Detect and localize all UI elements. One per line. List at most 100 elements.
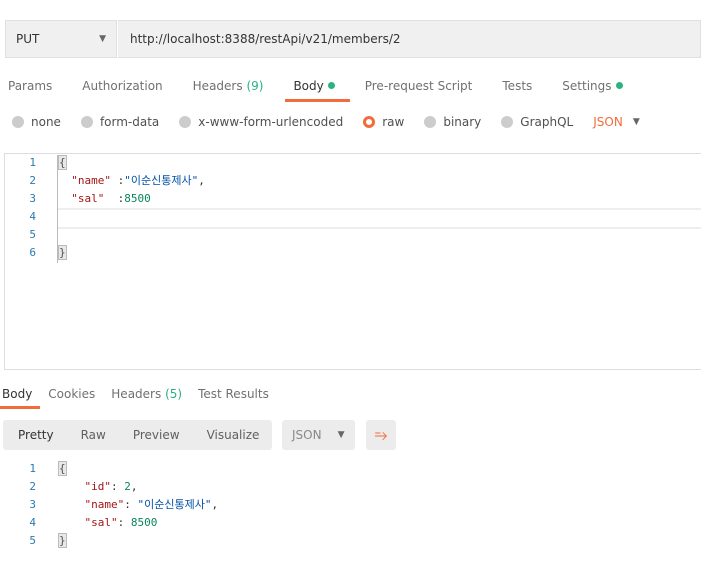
radio-raw[interactable]: raw bbox=[363, 115, 404, 129]
code-token: "name" bbox=[71, 174, 111, 187]
radio-icon bbox=[179, 116, 192, 128]
code-token: 2 bbox=[124, 480, 131, 493]
radio-label: form-data bbox=[99, 115, 160, 129]
status-dot-icon bbox=[327, 82, 335, 89]
view-visualize-button[interactable]: Visualize bbox=[207, 428, 260, 442]
code-token: } bbox=[58, 245, 67, 260]
code-line: } bbox=[58, 244, 67, 262]
tab-label: Test Results bbox=[198, 387, 269, 401]
code-token: : bbox=[111, 174, 125, 187]
code-token: "sal" bbox=[84, 516, 118, 529]
code-token: , bbox=[130, 480, 138, 493]
chevron-down-icon: ▼ bbox=[99, 34, 106, 44]
code-token: } bbox=[58, 533, 67, 548]
code-token: "sal" bbox=[71, 192, 105, 205]
tab-params[interactable]: Params bbox=[0, 78, 67, 102]
code-token: 8500 bbox=[124, 192, 151, 205]
radio-binary[interactable]: binary bbox=[424, 115, 481, 129]
tab-label: Authorization bbox=[82, 79, 163, 93]
method-select[interactable]: PUT ▼ bbox=[5, 20, 117, 58]
chevron-down-icon: ▼ bbox=[632, 117, 640, 127]
line-number: 2 bbox=[29, 480, 36, 493]
line-number: 4 bbox=[29, 516, 36, 529]
radio-urlencoded[interactable]: x-www-form-urlencoded bbox=[179, 115, 343, 129]
format-label: JSON bbox=[292, 428, 322, 442]
radio-none[interactable]: none bbox=[12, 115, 61, 129]
body-format-select[interactable]: JSON ▼ bbox=[593, 115, 640, 129]
tab-label: Settings bbox=[562, 79, 612, 93]
line-number: 3 bbox=[29, 192, 36, 205]
code-token: : bbox=[124, 498, 138, 511]
view-raw-button[interactable]: Raw bbox=[81, 428, 106, 442]
radio-label: GraphQL bbox=[520, 115, 574, 129]
request-tabs: Params Authorization Headers (9) Body Pr… bbox=[0, 78, 645, 102]
radio-icon bbox=[424, 116, 437, 128]
chevron-down-icon: ▼ bbox=[337, 430, 345, 440]
response-format-select[interactable]: JSON ▼ bbox=[282, 420, 355, 450]
code-token: { bbox=[58, 155, 67, 170]
tab-label: Headers bbox=[111, 387, 162, 401]
tab-pre-request-script[interactable]: Pre-request Script bbox=[357, 78, 488, 102]
code-line: "sal" :8500 bbox=[58, 190, 151, 208]
line-number: 1 bbox=[29, 462, 36, 475]
radio-label: binary bbox=[443, 115, 482, 129]
body-type-radios: none form-data x-www-form-urlencoded raw… bbox=[12, 115, 640, 129]
tab-headers[interactable]: Headers (9) bbox=[185, 78, 279, 102]
tab-label: Headers bbox=[192, 79, 243, 93]
radio-label: x-www-form-urlencoded bbox=[198, 115, 344, 129]
tab-tests[interactable]: Tests bbox=[494, 78, 547, 102]
response-tabs: Body Cookies Headers (5) Test Results bbox=[0, 386, 283, 409]
code-line: "name": "이순신통제사", bbox=[58, 496, 219, 514]
tab-authorization[interactable]: Authorization bbox=[74, 78, 177, 102]
radio-icon bbox=[12, 116, 24, 128]
headers-count: (9) bbox=[246, 79, 264, 93]
method-label: PUT bbox=[16, 32, 40, 46]
line-number: 1 bbox=[29, 156, 36, 169]
tab-label: Params bbox=[8, 79, 53, 93]
code-line: "id": 2, bbox=[58, 478, 138, 496]
code-line: { bbox=[58, 154, 67, 172]
status-dot-icon bbox=[615, 82, 623, 89]
line-number: 6 bbox=[29, 246, 36, 259]
view-pretty-button[interactable]: Pretty bbox=[18, 428, 54, 442]
active-line-highlight bbox=[58, 208, 701, 229]
code-token: "id" bbox=[84, 480, 112, 493]
code-line: } bbox=[58, 532, 67, 550]
url-text: http://localhost:8388/restApi/v21/member… bbox=[130, 32, 401, 46]
code-token: , bbox=[198, 174, 205, 187]
tab-body[interactable]: Body bbox=[285, 78, 351, 102]
response-tab-cookies[interactable]: Cookies bbox=[46, 386, 103, 402]
code-token: "name" bbox=[84, 498, 125, 511]
response-tab-body[interactable]: Body bbox=[0, 386, 41, 409]
line-number: 4 bbox=[29, 210, 36, 223]
line-number: 3 bbox=[29, 498, 36, 511]
response-tab-test-results[interactable]: Test Results bbox=[196, 386, 277, 402]
view-preview-button[interactable]: Preview bbox=[133, 428, 180, 442]
radio-selected-icon bbox=[363, 116, 376, 128]
view-mode-group: Pretty Raw Preview Visualize bbox=[3, 420, 272, 450]
code-token: { bbox=[58, 461, 67, 476]
format-label: JSON bbox=[593, 115, 623, 129]
code-token: , bbox=[211, 498, 219, 511]
tab-label: Tests bbox=[502, 79, 533, 93]
tab-label: Body bbox=[2, 387, 33, 401]
code-line: "name" :"이순신통제사", bbox=[58, 172, 205, 190]
radio-icon bbox=[80, 116, 93, 128]
line-number: 5 bbox=[29, 534, 36, 547]
tab-label: Cookies bbox=[48, 387, 96, 401]
radio-form-data[interactable]: form-data bbox=[80, 115, 160, 129]
radio-icon bbox=[501, 116, 514, 128]
tab-settings[interactable]: Settings bbox=[554, 78, 637, 102]
response-tab-headers[interactable]: Headers (5) bbox=[109, 386, 190, 402]
code-line: { bbox=[58, 460, 67, 478]
url-input[interactable]: http://localhost:8388/restApi/v21/member… bbox=[118, 20, 701, 58]
wrap-lines-button[interactable]: ⥱ bbox=[366, 420, 396, 450]
radio-graphql[interactable]: GraphQL bbox=[501, 115, 573, 129]
code-token: : bbox=[111, 480, 125, 493]
code-token: "이순신통제사" bbox=[137, 498, 212, 511]
headers-count: (5) bbox=[165, 387, 183, 401]
